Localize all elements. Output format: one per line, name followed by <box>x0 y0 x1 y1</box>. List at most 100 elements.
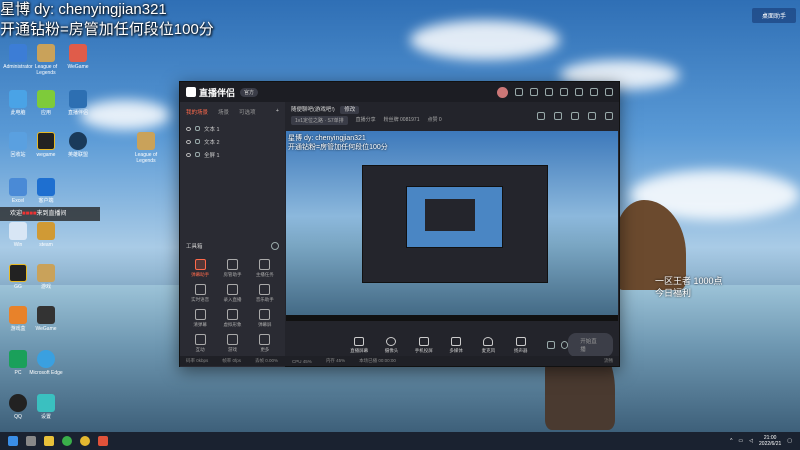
microphone-button[interactable]: 麦克风 <box>474 336 502 354</box>
settings-icon[interactable] <box>530 88 538 96</box>
tab-options[interactable]: 可选项 <box>239 108 256 116</box>
notice-icon[interactable] <box>588 112 596 120</box>
browser-2-icon[interactable] <box>80 436 90 446</box>
skin-icon[interactable] <box>560 88 568 96</box>
eye-icon[interactable] <box>186 152 191 157</box>
network-icon[interactable]: ▭ <box>738 438 743 444</box>
desktop-icon[interactable]: WeGame <box>28 306 64 332</box>
lock-icon[interactable] <box>195 126 200 131</box>
desktop-icon[interactable]: 直播伴侣 <box>60 90 96 116</box>
tab-scene[interactable]: 场景 <box>218 108 229 116</box>
stream-preview[interactable]: 星博 dy: chenyingjian321 开通钻粉=房管加任何段位100分 <box>286 131 618 321</box>
eye-icon[interactable] <box>186 139 191 144</box>
download-icon <box>226 284 238 295</box>
start-live-button[interactable]: 开始直播 <box>568 333 613 357</box>
multimedia-button[interactable]: 多媒体 <box>442 336 470 354</box>
tool-danmaku-screen[interactable]: 弹幕屏 <box>249 309 281 328</box>
status-bitrate: 码率 0kbps <box>186 358 209 363</box>
category-chip[interactable]: 1v1定位之路 · S7单排 <box>291 116 348 125</box>
app-titlebar: 直播伴侣 官方 <box>180 82 619 102</box>
settings-icon[interactable] <box>560 341 569 349</box>
tool-voice[interactable]: 实时语音 <box>184 284 216 303</box>
taskbar: ^ ▭ ◁ 21:00 2022/6/21 ▢ <box>0 432 800 450</box>
voice-icon <box>194 284 206 295</box>
tool-room-manager[interactable]: 房管助手 <box>216 259 248 278</box>
speaker-button[interactable]: 扬声器 <box>507 336 535 354</box>
eye-icon[interactable] <box>186 126 191 131</box>
volume-icon[interactable]: ◁ <box>749 438 753 444</box>
game-icon <box>226 334 238 345</box>
tool-interact[interactable]: 互动 <box>184 334 216 353</box>
shop-icon[interactable] <box>554 112 562 120</box>
system-tray: ^ ▭ ◁ 21:00 2022/6/21 ▢ <box>730 435 800 447</box>
task-icon <box>259 259 271 270</box>
monitor-icon <box>354 336 365 346</box>
tool-game[interactable]: 游戏 <box>216 334 248 353</box>
streaming-app-window: 直播伴侣 官方 我的场景 场景 可选项 + 文本 1 文本 2 全屏 1 工具箱… <box>179 81 620 367</box>
help-icon[interactable] <box>545 88 553 96</box>
close-icon[interactable] <box>605 88 613 96</box>
chevron-up-icon[interactable]: ^ <box>730 438 732 444</box>
status-fps: 帧率 0fps <box>222 358 242 363</box>
main-panel: 随便聊吧(游戏吧!) 修改 1v1定位之路 · S7单排 直播分享 粉丝牌 00… <box>285 102 619 367</box>
browser-icon[interactable] <box>62 436 72 446</box>
tool-record[interactable]: 录入直播 <box>216 284 248 303</box>
start-icon[interactable] <box>8 436 18 446</box>
desktop-icon[interactable]: League of Legends <box>128 132 164 164</box>
phone-cast-button[interactable]: 手机投屏 <box>410 336 438 354</box>
gift-icon[interactable] <box>537 112 545 120</box>
desktop-icon[interactable]: steam <box>28 222 64 248</box>
source-item[interactable]: 文本 1 <box>180 122 285 135</box>
preview-nested-window-2 <box>406 186 503 248</box>
live-app-icon[interactable] <box>98 436 108 446</box>
source-item[interactable]: 文本 2 <box>180 135 285 148</box>
stream-title[interactable]: 随便聊吧(游戏吧!) <box>291 107 335 113</box>
toolbox-more-icon[interactable] <box>271 242 279 250</box>
lock-icon[interactable] <box>195 152 200 157</box>
camera-button[interactable]: 摄像头 <box>377 336 405 354</box>
tool-host-task[interactable]: 主播任务 <box>249 259 281 278</box>
tool-more[interactable]: 更多 <box>249 334 281 353</box>
source-item[interactable]: 全屏 1 <box>180 148 285 161</box>
tool-clear-danmaku[interactable]: 清弹幕 <box>184 309 216 328</box>
file-explorer-icon[interactable] <box>44 436 54 446</box>
camera-icon <box>386 336 397 346</box>
edit-title-button[interactable]: 修改 <box>340 106 360 114</box>
tool-avatar[interactable]: 虚拟形象 <box>216 309 248 328</box>
lock-icon[interactable] <box>195 139 200 144</box>
stream-info: 随便聊吧(游戏吧!) 修改 1v1定位之路 · S7单排 直播分享 粉丝牌 00… <box>285 102 619 130</box>
desktop-icon[interactable]: 客户端 <box>28 178 64 204</box>
desktop-icon[interactable]: League of Legends <box>28 44 64 76</box>
desktop-icon[interactable]: wegame <box>28 132 64 158</box>
desktop-icon[interactable]: WeGame <box>60 44 96 70</box>
avatar[interactable] <box>497 86 508 98</box>
desktop-icon[interactable]: 游戏 <box>28 264 64 290</box>
record-icon[interactable] <box>546 341 555 349</box>
preview-nested-window-3 <box>425 199 475 231</box>
message-icon[interactable] <box>515 88 523 96</box>
minimize-icon[interactable] <box>575 88 583 96</box>
desktop-icon[interactable]: Microsoft Edge <box>28 350 64 376</box>
tab-my-scene[interactable]: 我的场景 <box>186 108 208 116</box>
chart-icon[interactable] <box>571 112 579 120</box>
fans-chip: 粉丝牌 0081971 <box>383 117 420 123</box>
task-view-icon[interactable] <box>26 436 36 446</box>
screen-icon <box>259 309 271 320</box>
tool-music[interactable]: 音乐助手 <box>249 284 281 303</box>
share-chip[interactable]: 直播分享 <box>356 116 376 125</box>
welcome-banner: 欢迎■■■■来到直播间 <box>0 207 100 221</box>
avatar-icon <box>226 309 238 320</box>
notification-icon[interactable]: ▢ <box>787 438 792 444</box>
media-icon <box>451 336 462 346</box>
desktop-icon[interactable]: 设置 <box>28 394 64 420</box>
maximize-icon[interactable] <box>590 88 598 96</box>
add-source-icon[interactable]: + <box>276 108 279 116</box>
desktop-icon[interactable]: 应用 <box>28 90 64 116</box>
toolbox-grid: 弹幕助手 房管助手 主播任务 实时语音 录入直播 音乐助手 清弹幕 虚拟形象 弹… <box>184 259 281 353</box>
screen-capture-button[interactable]: 直播屏幕 <box>345 336 373 354</box>
share-icon[interactable] <box>605 112 613 120</box>
clock[interactable]: 21:00 2022/6/21 <box>759 435 781 447</box>
tool-danmaku-assistant[interactable]: 弹幕助手 <box>184 259 216 278</box>
desktop-icon[interactable]: 英雄联盟 <box>60 132 96 158</box>
toolbox-title: 工具箱 <box>186 244 203 250</box>
